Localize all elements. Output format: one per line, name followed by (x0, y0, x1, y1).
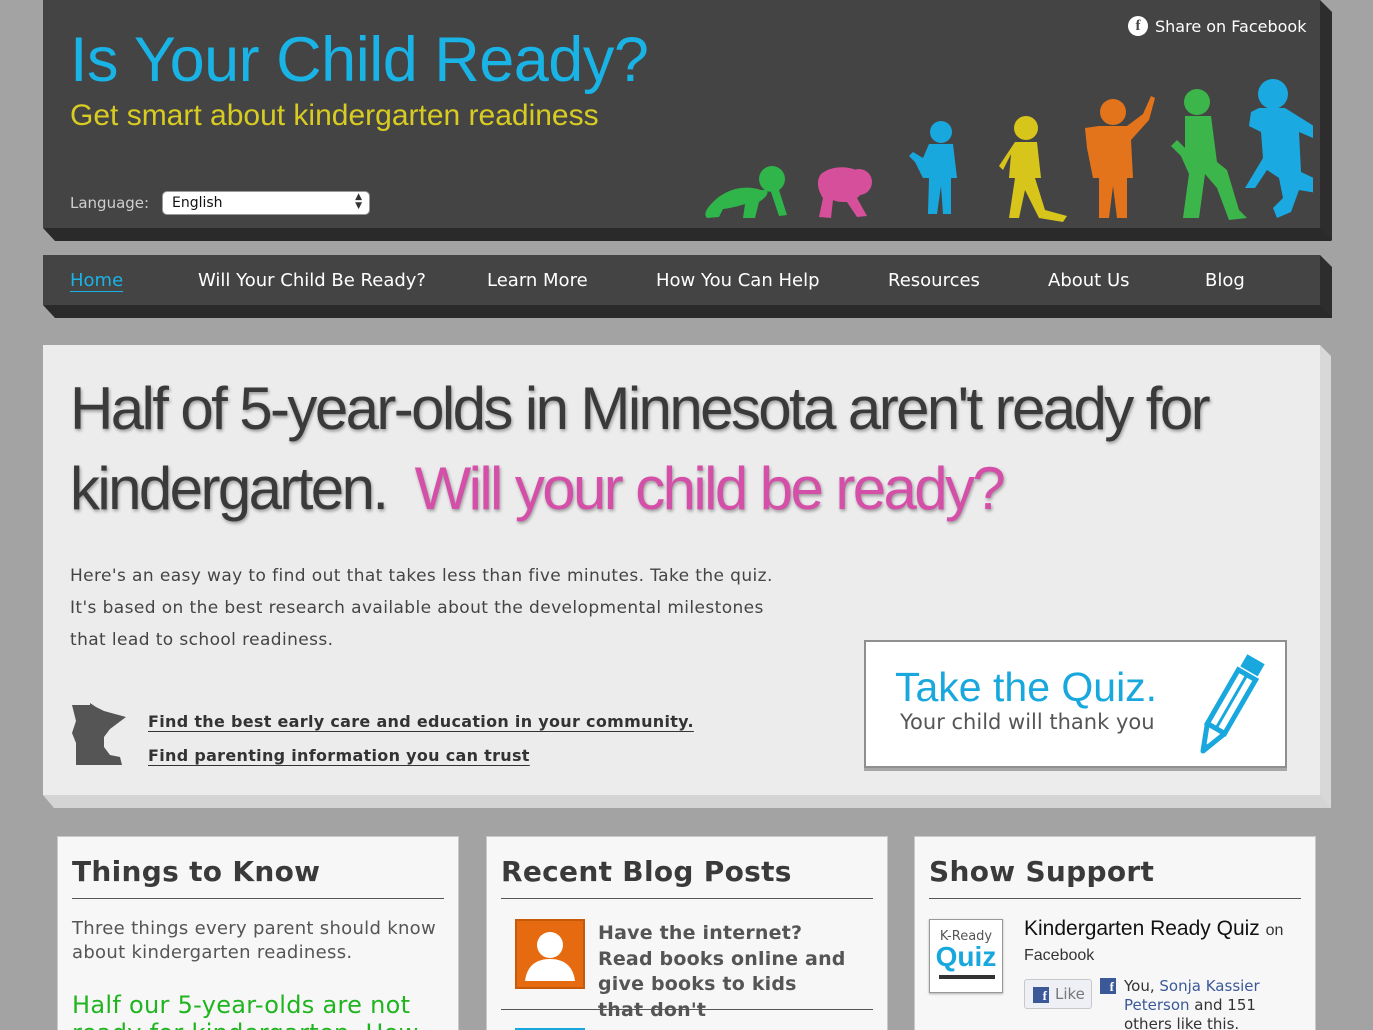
friends-prefix: You, (1124, 977, 1155, 995)
quiz-subtitle: Your child will thank you (900, 710, 1155, 734)
nav-learn-more[interactable]: Learn More (487, 270, 588, 291)
site-header: Is Your Child Ready? Get smart about kin… (43, 0, 1320, 228)
quiz-title: Take the Quiz. (895, 664, 1158, 710)
crawling-toddler-silhouette (817, 167, 872, 218)
facebook-icon: f (1033, 987, 1049, 1003)
card-title: Things to Know (72, 855, 444, 899)
divider (501, 1009, 873, 1010)
nav-shadow-bottom (43, 305, 1332, 318)
facebook-friends-text: You, Sonja Kassier Peterson and 151 othe… (1124, 977, 1304, 1030)
blog-post-link[interactable]: Have the internet? Read books online and… (598, 921, 848, 1023)
nav-resources[interactable]: Resources (888, 270, 980, 291)
jumping-child-silhouette (1245, 79, 1313, 218)
find-parenting-info-link[interactable]: Find parenting information you can trust (148, 746, 530, 765)
hero-shadow-bottom (43, 795, 1331, 808)
site-subtitle: Get smart about kindergarten readiness (70, 99, 599, 132)
card-title: Recent Blog Posts (501, 855, 873, 899)
running-child-silhouette (1171, 89, 1247, 220)
facebook-icon: f (1128, 16, 1148, 36)
like-label: Like (1055, 985, 1085, 1003)
recent-blog-posts-card: Recent Blog Posts Have the internet? Rea… (486, 836, 888, 1030)
pencil-line-icon (939, 975, 995, 979)
crawling-baby-silhouette (705, 166, 787, 218)
nav-will-your-child-be-ready[interactable]: Will Your Child Be Ready? (198, 270, 426, 291)
main-navigation: Home Will Your Child Be Ready? Learn Mor… (43, 255, 1320, 305)
facebook-icon: f (1100, 978, 1116, 994)
hero-shadow-side (1320, 345, 1331, 808)
headline-highlight[interactable]: Will your child be ready? (415, 455, 1006, 522)
header-shadow-bottom (43, 228, 1332, 241)
blog-post-thumbnail[interactable] (515, 919, 585, 989)
language-select-value: English (172, 195, 223, 211)
user-avatar-icon (525, 932, 575, 981)
language-label: Language: (70, 194, 150, 212)
logo-main-text: Quiz (935, 941, 997, 972)
hero-intro: Here's an easy way to find out that take… (70, 560, 810, 656)
share-on-facebook-link[interactable]: f Share on Facebook (1128, 16, 1306, 36)
pencil-icon (1200, 654, 1265, 754)
header-shadow-side (1320, 0, 1332, 240)
take-the-quiz-button[interactable]: Take the Quiz. Your child will thank you (864, 640, 1287, 768)
language-select[interactable]: English ▲ ▼ (162, 191, 370, 215)
intro-line: that lead to school readiness. (70, 630, 334, 650)
nav-blog[interactable]: Blog (1205, 270, 1245, 291)
site-title[interactable]: Is Your Child Ready? (70, 24, 649, 96)
hero-panel: Half of 5-year-olds in Minnesota aren't … (43, 345, 1320, 795)
things-to-know-card: Things to Know Three things every parent… (57, 836, 459, 1030)
page-name-link[interactable]: Kindergarten Ready Quiz (1024, 917, 1260, 940)
intro-line: Here's an easy way to find out that take… (70, 566, 773, 586)
things-to-know-highlight-link[interactable]: Half our 5-year-olds are not ready for k… (72, 991, 452, 1030)
facebook-like-button[interactable]: f Like (1024, 979, 1092, 1009)
standing-toddler-silhouette (909, 121, 957, 214)
walking-child-silhouette (999, 116, 1067, 222)
pointing-child-silhouette (1085, 96, 1155, 218)
select-arrows-icon: ▲ ▼ (355, 192, 362, 211)
facebook-page-name: Kindergarten Ready Quiz on Facebook (1024, 917, 1304, 967)
children-silhouettes-illustration (705, 79, 1313, 222)
card-title: Show Support (929, 855, 1301, 899)
find-early-care-link[interactable]: Find the best early care and education i… (148, 712, 694, 731)
k-ready-quiz-logo[interactable]: K-Ready Quiz (929, 919, 1003, 993)
nav-how-you-can-help[interactable]: How You Can Help (656, 270, 820, 291)
show-support-card: Show Support K-Ready Quiz Kindergarten R… (914, 836, 1316, 1030)
nav-home[interactable]: Home (70, 270, 123, 291)
minnesota-map-icon (72, 703, 126, 765)
nav-about-us[interactable]: About Us (1048, 270, 1130, 291)
hero-headline: Half of 5-year-olds in Minnesota aren't … (70, 369, 1300, 529)
card-description: Three things every parent should know ab… (72, 918, 436, 963)
intro-line: It's based on the best research availabl… (70, 598, 764, 618)
share-label: Share on Facebook (1155, 16, 1307, 36)
